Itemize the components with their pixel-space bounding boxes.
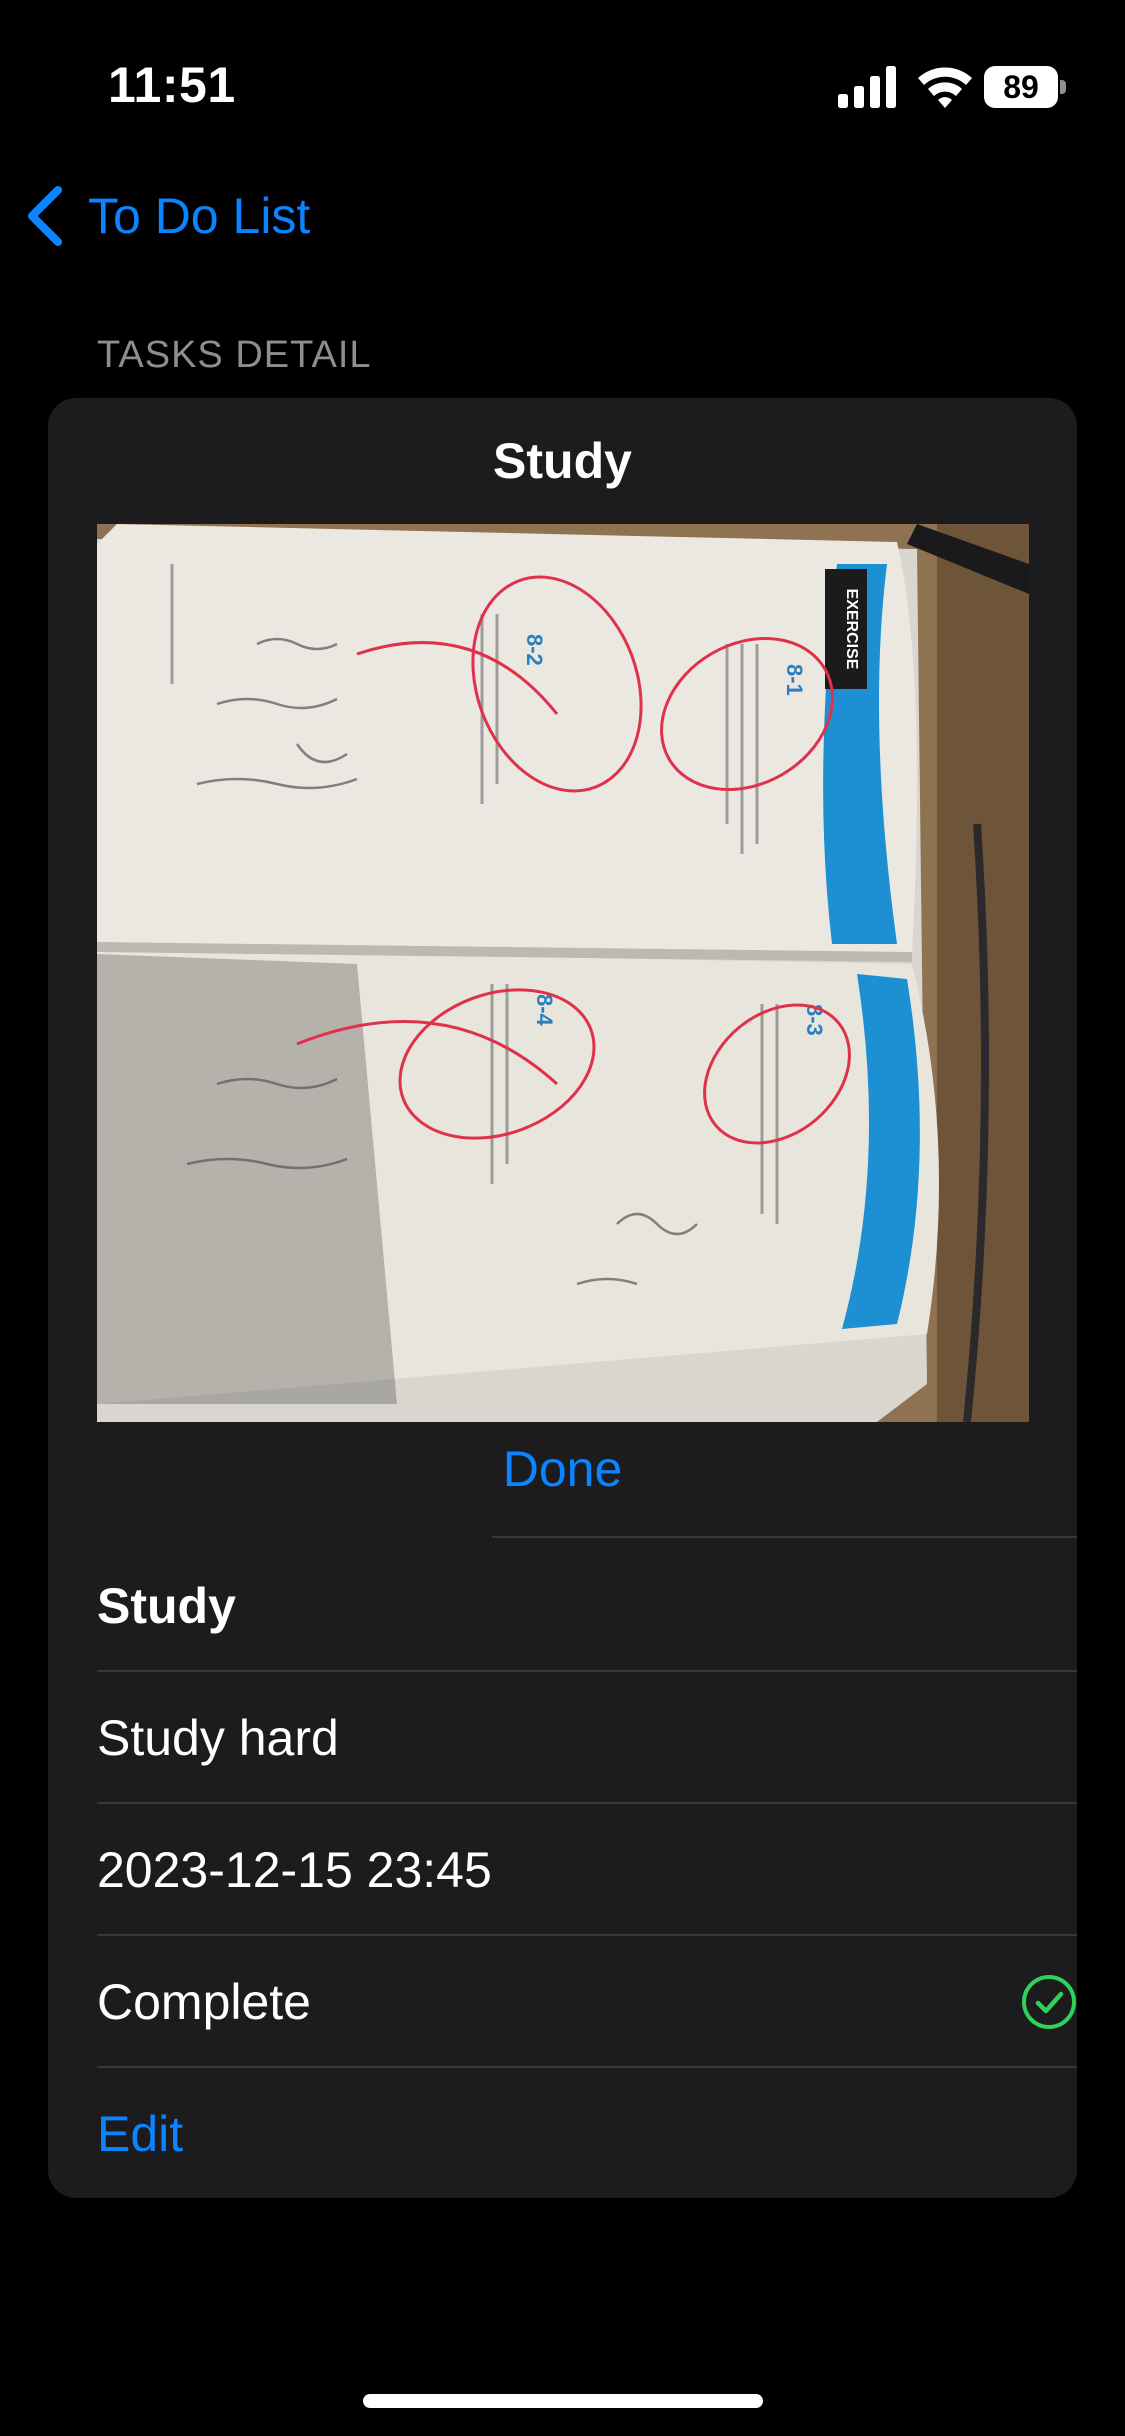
edit-button[interactable]: Edit (97, 2068, 1077, 2198)
divider (492, 1536, 1077, 1538)
checkmark-circle-icon (1022, 1975, 1076, 2029)
task-title: Study (97, 1578, 236, 1634)
photo-exercise-8-2: 8-2 (522, 634, 547, 666)
task-due-date-row[interactable]: 2023-12-15 23:45 (97, 1804, 1077, 1936)
task-photo: EXERCISE 8-1 8-2 8-3 8-4 (97, 524, 1029, 1422)
back-button-label: To Do List (88, 188, 311, 244)
task-status: Complete (97, 1974, 311, 2030)
task-header-title: Study (493, 433, 632, 489)
battery-icon: 89 (984, 66, 1066, 108)
task-description-row[interactable]: Study hard (97, 1672, 1077, 1804)
photo-exercise-8-4: 8-4 (532, 994, 557, 1027)
battery-percentage: 89 (1003, 69, 1039, 105)
task-description: Study hard (97, 1710, 339, 1766)
signal-icon (838, 66, 896, 108)
edit-button-label: Edit (97, 2106, 184, 2162)
task-detail-card: Study EXERCISE 8-1 8-2 8-3 8-4 Done Stud… (48, 398, 1077, 2198)
status-time: 11:51 (108, 57, 236, 113)
wifi-icon (918, 67, 972, 108)
section-header: TASKS DETAIL (97, 334, 372, 376)
back-button[interactable]: To Do List (22, 180, 310, 252)
photo-exercise-8-1: 8-1 (782, 664, 807, 696)
home-indicator[interactable] (363, 2394, 763, 2408)
task-due-date: 2023-12-15 23:45 (97, 1842, 492, 1898)
done-button[interactable]: Done (48, 1440, 1077, 1498)
task-status-row[interactable]: Complete (97, 1936, 1077, 2068)
photo-exercise-label: EXERCISE (843, 589, 860, 670)
chevron-left-icon (28, 186, 62, 246)
task-title-row[interactable]: Study (97, 1540, 1077, 1672)
